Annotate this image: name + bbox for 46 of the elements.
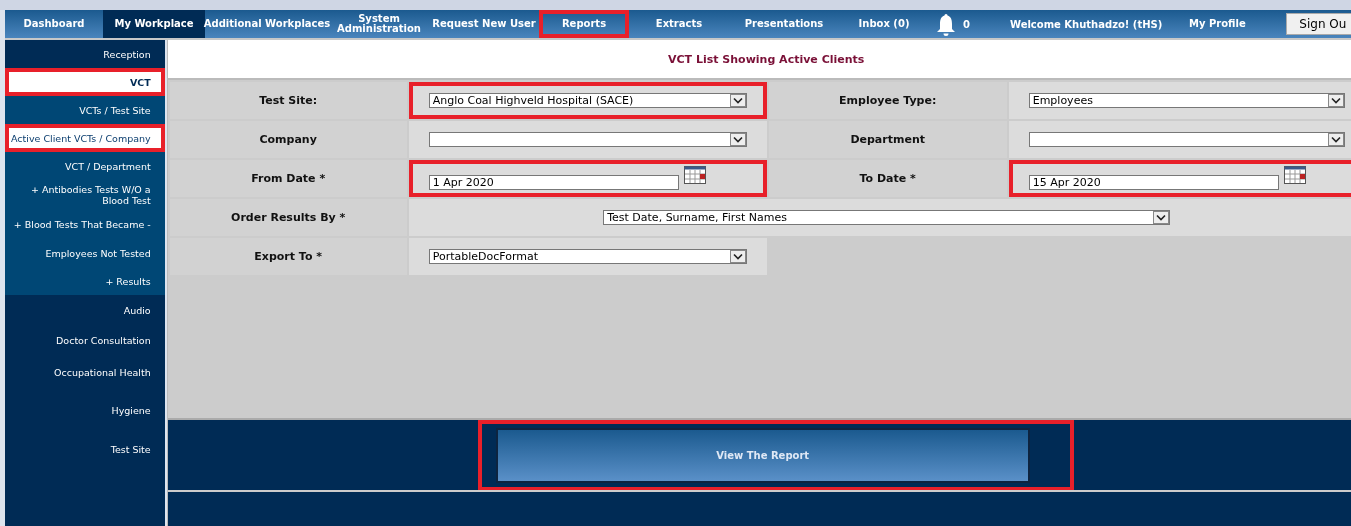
sidebar-item[interactable]: VCT — [5, 68, 165, 96]
dropdown-field[interactable]: Employees — [1028, 93, 1345, 108]
dropdown-arrow-icon — [1327, 133, 1344, 146]
field-label: To Date * — [768, 160, 1007, 197]
dropdown-field[interactable] — [1028, 132, 1345, 147]
nav-tab[interactable]: System Administration — [329, 10, 429, 38]
view-report-button[interactable]: View The Report — [495, 427, 1030, 483]
field-label: Export To * — [169, 238, 407, 275]
nav-tab[interactable]: Additional Workplaces — [205, 10, 329, 38]
sidebar-item[interactable]: + Antibodies Tests W/O a Blood Test — [5, 180, 165, 210]
dropdown-field[interactable] — [428, 132, 747, 147]
nav-tab[interactable]: Request New User — [429, 10, 539, 38]
field-label: Order Results By * — [169, 199, 407, 236]
sidebar-item[interactable]: + Results — [5, 268, 165, 295]
nav-tab[interactable]: Dashboard — [5, 10, 103, 38]
form-title: VCT List Showing Active Clients — [167, 40, 1351, 80]
dropdown-arrow-icon — [1327, 94, 1344, 107]
sidebar-item[interactable]: Employees Not Tested — [5, 238, 165, 268]
nav-tab[interactable]: Extracts — [629, 10, 729, 38]
sign-out-button[interactable]: Sign Ou — [1286, 13, 1351, 35]
nav-tab[interactable]: Inbox (0) — [839, 10, 929, 38]
dropdown-field[interactable]: Anglo Coal Highveld Hospital (SACE) — [428, 93, 747, 108]
field-label: Test Site: — [169, 82, 407, 119]
field-label: Employee Type: — [768, 82, 1007, 119]
nav-tab[interactable]: Reports — [539, 10, 629, 38]
sidebar-item[interactable]: + Blood Tests That Became - — [5, 210, 165, 238]
dropdown-field[interactable]: Test Date, Surname, First Names — [603, 210, 1171, 225]
notification-count: 0 — [963, 17, 970, 32]
field-label: From Date * — [169, 160, 407, 197]
nav-tab[interactable]: Presentations — [729, 10, 839, 38]
sidebar-item[interactable]: VCTs / Test Site — [5, 96, 165, 124]
dropdown-field[interactable]: PortableDocFormat — [428, 249, 747, 264]
date-field[interactable]: 1 Apr 2020 — [428, 175, 679, 190]
field-label: Department — [768, 121, 1007, 158]
date-field[interactable]: 15 Apr 2020 — [1028, 175, 1279, 190]
calendar-icon[interactable] — [1283, 165, 1306, 184]
sidebar-item[interactable]: VCT / Department — [5, 152, 165, 180]
calendar-icon[interactable] — [683, 165, 706, 184]
dropdown-arrow-icon — [729, 94, 746, 107]
nav-tab[interactable]: My Workplace — [103, 10, 205, 38]
welcome-text: Welcome Khuthadzo! (tHS) — [1009, 17, 1163, 32]
dropdown-arrow-icon — [729, 250, 746, 263]
profile-link[interactable]: My Profile — [1162, 10, 1273, 38]
sidebar-item[interactable]: Active Client VCTs / Company — [5, 124, 165, 152]
dropdown-arrow-icon — [729, 133, 746, 146]
field-label: Company — [169, 121, 407, 158]
